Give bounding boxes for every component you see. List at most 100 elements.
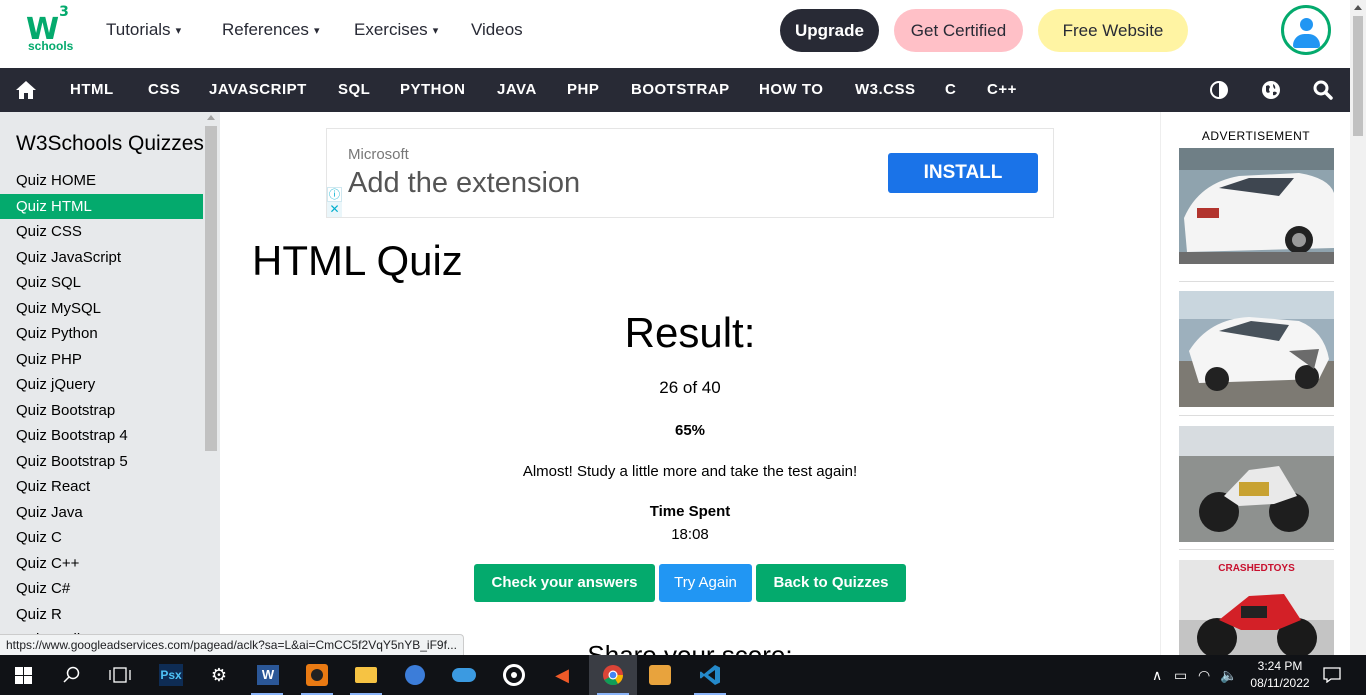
sidebar-item-quiz-r[interactable]: Quiz R [0, 602, 203, 627]
sidebar-item-quiz-csharp[interactable]: Quiz C# [0, 576, 203, 601]
sidebar-item-quiz-react[interactable]: Quiz React [0, 474, 203, 499]
sidebar-item-quiz-bootstrap[interactable]: Quiz Bootstrap [0, 398, 203, 423]
dark-mode-icon[interactable] [1207, 78, 1231, 102]
scroll-up-arrow-icon[interactable] [1354, 5, 1362, 10]
try-again-button[interactable]: Try Again [659, 564, 752, 602]
sidebar-item-quiz-java[interactable]: Quiz Java [0, 500, 203, 525]
ad-car-image-2[interactable] [1179, 291, 1334, 407]
taskbar-app-audio[interactable]: ◀ [538, 655, 586, 695]
sidebar-item-quiz-javascript[interactable]: Quiz JavaScript [0, 245, 203, 270]
notification-icon[interactable] [1323, 655, 1343, 695]
score-percent: 65% [674, 422, 706, 439]
taskbar-search-button[interactable] [48, 655, 96, 695]
ad-motorcycle-image-1[interactable] [1179, 426, 1334, 542]
ad-motorcycle-image-2[interactable] [1179, 560, 1334, 655]
topic-c[interactable]: C [945, 68, 956, 112]
sidebar-item-quiz-mysql[interactable]: Quiz MySQL [0, 296, 203, 321]
show-hidden-icons[interactable]: ∧ [1152, 655, 1162, 695]
windows-logo-icon [15, 667, 32, 684]
taskbar-app-file-explorer[interactable] [342, 655, 390, 695]
taskbar-app-word[interactable]: W [243, 655, 291, 695]
w3schools-logo[interactable]: W3 schools [26, 4, 76, 55]
chrome-icon [603, 665, 624, 686]
nav-references[interactable]: References ▾ [222, 20, 319, 40]
logo-3: 3 [59, 4, 69, 20]
ad-car-image-1[interactable] [1179, 148, 1334, 264]
taskbar-app-settings[interactable]: ⚙ [195, 655, 243, 695]
battery-icon[interactable]: ▭ [1174, 655, 1187, 695]
ad-close-icon[interactable]: ✕ [327, 202, 342, 217]
sidebar-item-quiz-php[interactable]: Quiz PHP [0, 347, 203, 372]
chevron-down-icon: ▾ [175, 24, 182, 37]
page-scrollbar[interactable] [1350, 0, 1366, 655]
sidebar-item-quiz-html[interactable]: Quiz HTML [0, 194, 203, 219]
sidebar-item-quiz-c[interactable]: Quiz C [0, 525, 203, 550]
sidebar-item-quiz-cplusplus[interactable]: Quiz C++ [0, 551, 203, 576]
nav-exercises[interactable]: Exercises ▾ [354, 20, 438, 40]
time-spent-label: Time Spent [649, 503, 731, 520]
taskbar-app-globe[interactable] [391, 655, 439, 695]
ad-headline[interactable]: Add the extension [348, 167, 580, 200]
user-avatar-icon[interactable] [1281, 5, 1331, 55]
topic-cpp[interactable]: C++ [987, 68, 1017, 112]
advertisement-label: ADVERTISEMENT [1201, 129, 1311, 143]
video-icon [649, 665, 671, 685]
taskbar-app-photoshop-express[interactable]: Psx [147, 655, 195, 695]
sidebar-item-quiz-bootstrap-5[interactable]: Quiz Bootstrap 5 [0, 449, 203, 474]
free-website-button[interactable]: Free Website [1038, 9, 1188, 52]
topic-java[interactable]: JAVA [497, 68, 537, 112]
topic-w3css[interactable]: W3.CSS [855, 68, 916, 112]
page-scrollbar-thumb[interactable] [1353, 16, 1363, 136]
taskbar-app-vscode[interactable] [686, 655, 734, 695]
ad-install-button[interactable]: INSTALL [888, 153, 1038, 193]
topic-html[interactable]: HTML [70, 68, 114, 112]
start-button[interactable] [0, 655, 48, 695]
psx-icon: Psx [159, 664, 183, 686]
upgrade-button[interactable]: Upgrade [780, 9, 879, 52]
ad-info-icon[interactable]: ⓘ [327, 187, 342, 202]
search-icon[interactable] [1311, 78, 1335, 102]
ad-banner[interactable]: Microsoft Add the extension INSTALL ⓘ ✕ [326, 128, 1054, 218]
home-icon[interactable] [14, 78, 38, 102]
topic-php[interactable]: PHP [567, 68, 599, 112]
task-view-button[interactable] [96, 655, 144, 695]
clock-time: 3:24 PM [1257, 659, 1303, 673]
nav-references-label: References [222, 20, 309, 39]
check-answers-button[interactable]: Check your answers [474, 564, 655, 602]
right-ad-column: ADVERTISEMENT CRASHEDTOYS [1160, 112, 1350, 655]
result-message: Almost! Study a little more and take the… [522, 463, 858, 480]
get-certified-button[interactable]: Get Certified [894, 9, 1023, 52]
ad-brand-text: CRASHEDTOYS [1218, 563, 1295, 574]
topic-javascript[interactable]: JAVASCRIPT [209, 68, 307, 112]
volume-icon[interactable]: 🔈 [1220, 655, 1237, 695]
result-heading: Result: [624, 309, 756, 356]
nav-videos[interactable]: Videos [471, 20, 523, 40]
globe-icon[interactable] [1259, 78, 1283, 102]
topic-how-to[interactable]: HOW TO [759, 68, 823, 112]
back-to-quizzes-button[interactable]: Back to Quizzes [756, 564, 906, 602]
taskbar-app-video[interactable] [636, 655, 684, 695]
scroll-up-arrow-icon[interactable] [207, 115, 215, 120]
taskbar-app-chrome[interactable] [589, 655, 637, 695]
sidebar-item-quiz-bootstrap-4[interactable]: Quiz Bootstrap 4 [0, 423, 203, 448]
taskbar-app-onedrive[interactable] [440, 655, 488, 695]
topic-css[interactable]: CSS [148, 68, 180, 112]
nav-tutorials[interactable]: Tutorials ▾ [106, 20, 181, 40]
speaker-icon: ◀ [555, 665, 569, 685]
sidebar-item-quiz-python[interactable]: Quiz Python [0, 321, 203, 346]
chevron-down-icon: ▾ [313, 24, 320, 37]
taskbar-app-circle[interactable] [490, 655, 538, 695]
sidebar-item-quiz-sql[interactable]: Quiz SQL [0, 270, 203, 295]
sidebar-scrollbar-thumb[interactable] [205, 126, 217, 451]
sidebar-item-quiz-jquery[interactable]: Quiz jQuery [0, 372, 203, 397]
taskbar-app-media[interactable] [293, 655, 341, 695]
topic-python[interactable]: PYTHON [400, 68, 466, 112]
sidebar-item-quiz-home[interactable]: Quiz HOME [0, 168, 203, 193]
topics-nav: HTML CSS JAVASCRIPT SQL PYTHON JAVA PHP … [0, 68, 1350, 112]
wifi-icon[interactable]: ◠ [1198, 655, 1210, 695]
taskbar-clock[interactable]: 3:24 PM 08/11/2022 [1240, 658, 1320, 692]
sidebar-item-quiz-css[interactable]: Quiz CSS [0, 219, 203, 244]
logo-schools: schools [28, 39, 74, 53]
topic-bootstrap[interactable]: BOOTSTRAP [631, 68, 730, 112]
topic-sql[interactable]: SQL [338, 68, 370, 112]
